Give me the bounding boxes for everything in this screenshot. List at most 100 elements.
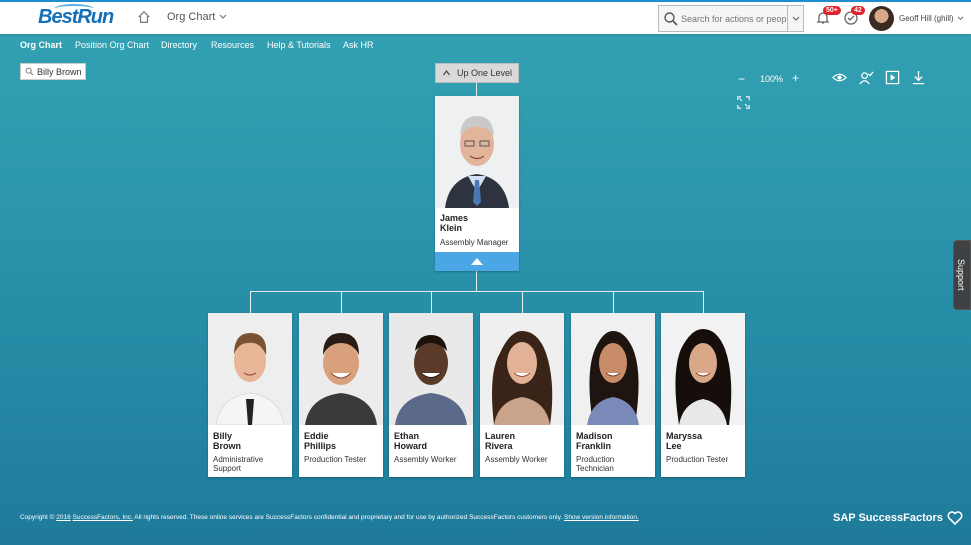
zoom-in-button[interactable]: + — [792, 71, 799, 85]
manager-card[interactable]: James Klein Assembly Manager — [435, 96, 519, 271]
person-last-name: Lee — [666, 441, 682, 451]
person-name[interactable]: Eddie Phillips — [304, 431, 336, 451]
person-photo — [480, 313, 564, 425]
manager-photo — [435, 96, 519, 208]
copyright-year-link[interactable]: 2016 — [56, 514, 70, 521]
user-menu[interactable]: Geoff Hill (ghill) — [899, 14, 964, 23]
person-photo — [389, 313, 473, 425]
person-title-line: Administrative — [213, 455, 264, 464]
person-first-name: Billy — [213, 431, 233, 441]
chevron-down-icon — [792, 16, 799, 21]
person-title-line: Production Tester — [304, 455, 367, 464]
chevron-down-icon — [219, 14, 227, 19]
person-last-name: Phillips — [304, 441, 337, 451]
report-card-lauren-rivera[interactable]: Lauren Rivera Assembly Worker — [480, 313, 564, 477]
avatar[interactable] — [869, 6, 894, 31]
top-header: BestRun Org Chart 50+ 42 — [0, 0, 971, 34]
notifications-badge: 50+ — [823, 6, 841, 15]
person-title: Production Tester — [666, 455, 728, 464]
home-icon[interactable] — [137, 10, 151, 24]
search-icon — [664, 11, 678, 26]
person-photo — [571, 313, 655, 425]
chevron-up-icon — [443, 70, 450, 76]
company-link[interactable]: SuccessFactors, Inc. — [73, 514, 133, 521]
person-first-name: Lauren — [485, 431, 516, 441]
person-name[interactable]: Billy Brown — [213, 431, 241, 451]
notifications-button[interactable]: 50+ — [815, 6, 841, 26]
up-one-level-button[interactable]: Up One Level — [435, 63, 519, 83]
heart-icon — [947, 511, 963, 525]
todo-badge: 42 — [851, 6, 865, 15]
person-title: Administrative Support — [213, 455, 263, 473]
person-search-field[interactable]: Billy Brown — [20, 63, 86, 80]
person-name[interactable]: Madison Franklin — [576, 431, 613, 451]
manager-title: Assembly Manager — [440, 238, 509, 247]
company-logo[interactable]: BestRun — [38, 4, 114, 32]
nav-org-chart[interactable]: Org Chart — [20, 40, 62, 50]
person-last-name: Franklin — [576, 441, 612, 451]
person-first-name: Maryssa — [666, 431, 703, 441]
person-last-name: Brown — [213, 441, 241, 451]
manager-first-name: James — [440, 213, 469, 223]
support-tab[interactable]: Support — [953, 240, 971, 310]
person-title-line: Assembly Worker — [394, 455, 457, 464]
eye-icon[interactable] — [832, 70, 847, 85]
logo-swoosh — [54, 4, 94, 14]
report-card-ethan-howard[interactable]: Ethan Howard Assembly Worker — [389, 313, 473, 477]
manager-name[interactable]: James Klein — [440, 213, 468, 233]
report-card-eddie-phillips[interactable]: Eddie Phillips Production Tester — [299, 313, 383, 477]
person-title-line: Production — [576, 455, 615, 464]
caret-up-icon — [471, 258, 483, 265]
version-info-link[interactable]: Show version information. — [564, 514, 639, 521]
download-icon[interactable] — [911, 70, 926, 85]
report-card-billy-brown[interactable]: Billy Brown Administrative Support — [208, 313, 292, 477]
nav-directory[interactable]: Directory — [161, 40, 197, 50]
search-dropdown-button[interactable] — [787, 6, 803, 31]
report-card-madison-franklin[interactable]: Madison Franklin Production Technician — [571, 313, 655, 477]
module-label: Org Chart — [167, 11, 216, 23]
nav-ask-hr[interactable]: Ask HR — [343, 40, 374, 50]
person-name[interactable]: Ethan Howard — [394, 431, 427, 451]
module-switcher[interactable]: Org Chart — [167, 11, 227, 23]
person-title-line: Assembly Worker — [485, 455, 548, 464]
person-name[interactable]: Maryssa Lee — [666, 431, 702, 451]
rights-text: All rights reserved. These online servic… — [132, 514, 564, 521]
search-input[interactable] — [679, 13, 787, 24]
chevron-down-icon — [957, 16, 963, 21]
person-last-name: Rivera — [485, 441, 513, 451]
person-title: Assembly Worker — [485, 455, 548, 464]
support-label: Support — [956, 259, 966, 291]
connector-line — [250, 291, 704, 292]
connector-line — [431, 291, 432, 313]
zoom-level: 100% — [760, 74, 784, 84]
copyright-prefix: Copyright © — [20, 514, 57, 521]
connector-line — [341, 291, 342, 313]
play-icon[interactable] — [885, 70, 900, 85]
action-search[interactable] — [658, 5, 804, 32]
person-check-icon[interactable] — [859, 70, 874, 85]
person-name[interactable]: Lauren Rivera — [485, 431, 515, 451]
user-name: Geoff Hill (ghill) — [899, 14, 954, 23]
todo-button[interactable]: 42 — [843, 6, 865, 26]
report-card-maryssa-lee[interactable]: Maryssa Lee Production Tester — [661, 313, 745, 477]
person-first-name: Madison — [576, 431, 613, 441]
person-title: Assembly Worker — [394, 455, 457, 464]
person-photo — [208, 313, 292, 425]
nav-position-org-chart[interactable]: Position Org Chart — [75, 40, 149, 50]
connector-line — [703, 291, 704, 313]
nav-resources[interactable]: Resources — [211, 40, 254, 50]
collapse-reports-button[interactable] — [435, 252, 519, 271]
sap-brand: SAP SuccessFactors — [833, 511, 963, 525]
connector-line — [476, 83, 477, 96]
zoom-out-button[interactable]: − — [738, 72, 745, 86]
fullscreen-icon[interactable] — [737, 96, 750, 109]
person-title: Production Tester — [304, 455, 366, 464]
person-photo — [299, 313, 383, 425]
person-title: Production Technician — [576, 455, 614, 473]
nav-help-tutorials[interactable]: Help & Tutorials — [267, 40, 331, 50]
person-title-line: Support — [213, 464, 242, 473]
connector-line — [613, 291, 614, 313]
person-last-name: Howard — [394, 441, 428, 451]
person-title-line: Technician — [576, 464, 614, 473]
search-icon — [25, 67, 34, 76]
